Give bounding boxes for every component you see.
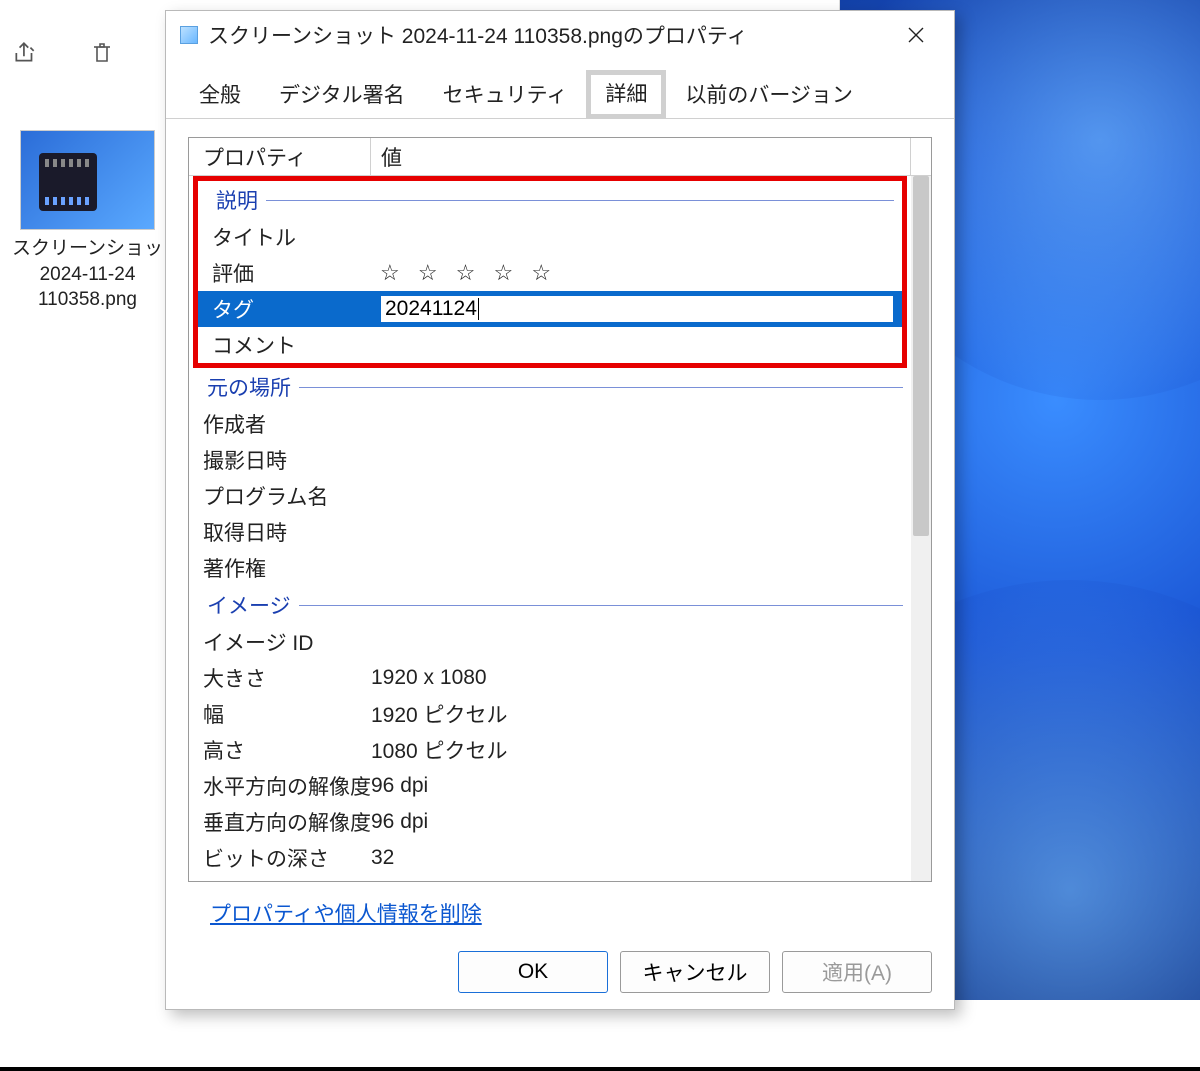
cancel-button[interactable]: キャンセル [620,951,770,993]
rating-stars[interactable]: ☆ ☆ ☆ ☆ ☆ [380,260,902,286]
row-bitdepth[interactable]: ビットの深さ 32 [189,840,911,876]
dialog-button-row: OK キャンセル 適用(A) [458,951,932,993]
group-origin: 元の場所 [189,368,911,406]
file-item[interactable]: スクリーンショッ 2024-11-24 110358.png [10,130,165,313]
group-image: イメージ [189,586,911,624]
row-image-id[interactable]: イメージ ID [189,624,911,660]
group-description: 説明 [198,181,902,219]
explorer-toolbar [0,40,170,73]
prop-program-name-label: プログラム名 [203,481,371,511]
prop-width-label: 幅 [203,699,371,729]
file-label: スクリーンショッ 2024-11-24 110358.png [10,236,165,313]
tab-previous-versions[interactable]: 以前のバージョン [666,70,872,119]
prop-width-value: 1920 ピクセル [371,699,911,729]
tab-digital-signature[interactable]: デジタル署名 [260,70,424,119]
tags-input-value: 20241124 [385,297,477,321]
prop-vres-label: 垂直方向の解像度 [203,807,371,837]
group-divider [299,605,903,606]
prop-authors-label: 作成者 [203,409,371,439]
row-date-taken[interactable]: 撮影日時 [189,442,911,478]
tab-security[interactable]: セキュリティ [424,70,587,119]
ok-button[interactable]: OK [458,951,608,993]
row-title[interactable]: タイトル [198,219,902,255]
close-button[interactable] [892,15,940,55]
delete-icon[interactable] [90,40,114,73]
row-authors[interactable]: 作成者 [189,406,911,442]
scrollbar[interactable] [911,176,931,881]
column-header: プロパティ 値 [189,138,931,176]
prop-title-label: タイトル [212,222,380,252]
row-dimensions[interactable]: 大きさ 1920 x 1080 [189,660,911,696]
description-highlight: 説明 タイトル 評価 ☆ ☆ ☆ ☆ ☆ タグ 20241124 [193,176,907,368]
prop-date-taken-label: 撮影日時 [203,445,371,475]
scrollbar-thumb[interactable] [913,176,929,536]
apply-button: 適用(A) [782,951,932,993]
group-description-label: 説明 [216,185,258,215]
page-bottom-border [0,1067,1200,1071]
prop-vres-value: 96 dpi [371,810,911,834]
prop-bitdepth-value: 32 [371,846,911,870]
dialog-title: スクリーンショット 2024-11-24 110358.pngのプロパティ [208,20,882,50]
row-width[interactable]: 幅 1920 ピクセル [189,696,911,732]
group-image-label: イメージ [207,590,291,620]
prop-tags-label: タグ [212,294,380,324]
row-vres[interactable]: 垂直方向の解像度 96 dpi [189,804,911,840]
prop-copyright-label: 著作権 [203,553,371,583]
row-date-acquired[interactable]: 取得日時 [189,514,911,550]
rows-container: 説明 タイトル 評価 ☆ ☆ ☆ ☆ ☆ タグ 20241124 [189,176,911,881]
properties-dialog: スクリーンショット 2024-11-24 110358.pngのプロパティ 全般… [165,10,955,1010]
text-cursor [478,298,479,320]
group-origin-label: 元の場所 [207,372,291,402]
row-rating[interactable]: 評価 ☆ ☆ ☆ ☆ ☆ [198,255,902,291]
prop-bitdepth-label: ビットの深さ [203,843,371,873]
tab-general[interactable]: 全般 [180,70,260,119]
file-type-icon [180,26,198,44]
prop-date-acquired-label: 取得日時 [203,517,371,547]
remove-properties-link[interactable]: プロパティや個人情報を削除 [210,898,482,928]
share-icon[interactable] [12,40,38,73]
prop-height-value: 1080 ピクセル [371,735,911,765]
row-tags[interactable]: タグ 20241124 [198,291,902,327]
dialog-content: プロパティ 値 説明 タイトル 評価 ☆ ☆ ☆ ☆ ☆ [166,119,954,928]
prop-comments-label: コメント [212,330,380,360]
prop-rating-label: 評価 [212,258,380,288]
row-comments[interactable]: コメント [198,327,902,363]
row-program-name[interactable]: プログラム名 [189,478,911,514]
properties-list: プロパティ 値 説明 タイトル 評価 ☆ ☆ ☆ ☆ ☆ [188,137,932,882]
tab-details[interactable]: 詳細 [586,70,666,119]
group-divider [266,200,894,201]
tags-input[interactable]: 20241124 [380,295,894,323]
prop-dimensions-value: 1920 x 1080 [371,666,911,690]
prop-image-id-label: イメージ ID [203,627,371,657]
row-copyright[interactable]: 著作権 [189,550,911,586]
column-value[interactable]: 値 [371,138,911,175]
row-height[interactable]: 高さ 1080 ピクセル [189,732,911,768]
file-thumbnail [20,130,155,230]
prop-hres-value: 96 dpi [371,774,911,798]
prop-hres-label: 水平方向の解像度 [203,771,371,801]
prop-height-label: 高さ [203,735,371,765]
titlebar: スクリーンショット 2024-11-24 110358.pngのプロパティ [166,11,954,59]
group-divider [299,387,903,388]
column-property[interactable]: プロパティ [189,138,371,175]
tab-strip: 全般 デジタル署名 セキュリティ 詳細 以前のバージョン [166,59,954,119]
prop-dimensions-label: 大きさ [203,663,371,693]
row-hres[interactable]: 水平方向の解像度 96 dpi [189,768,911,804]
